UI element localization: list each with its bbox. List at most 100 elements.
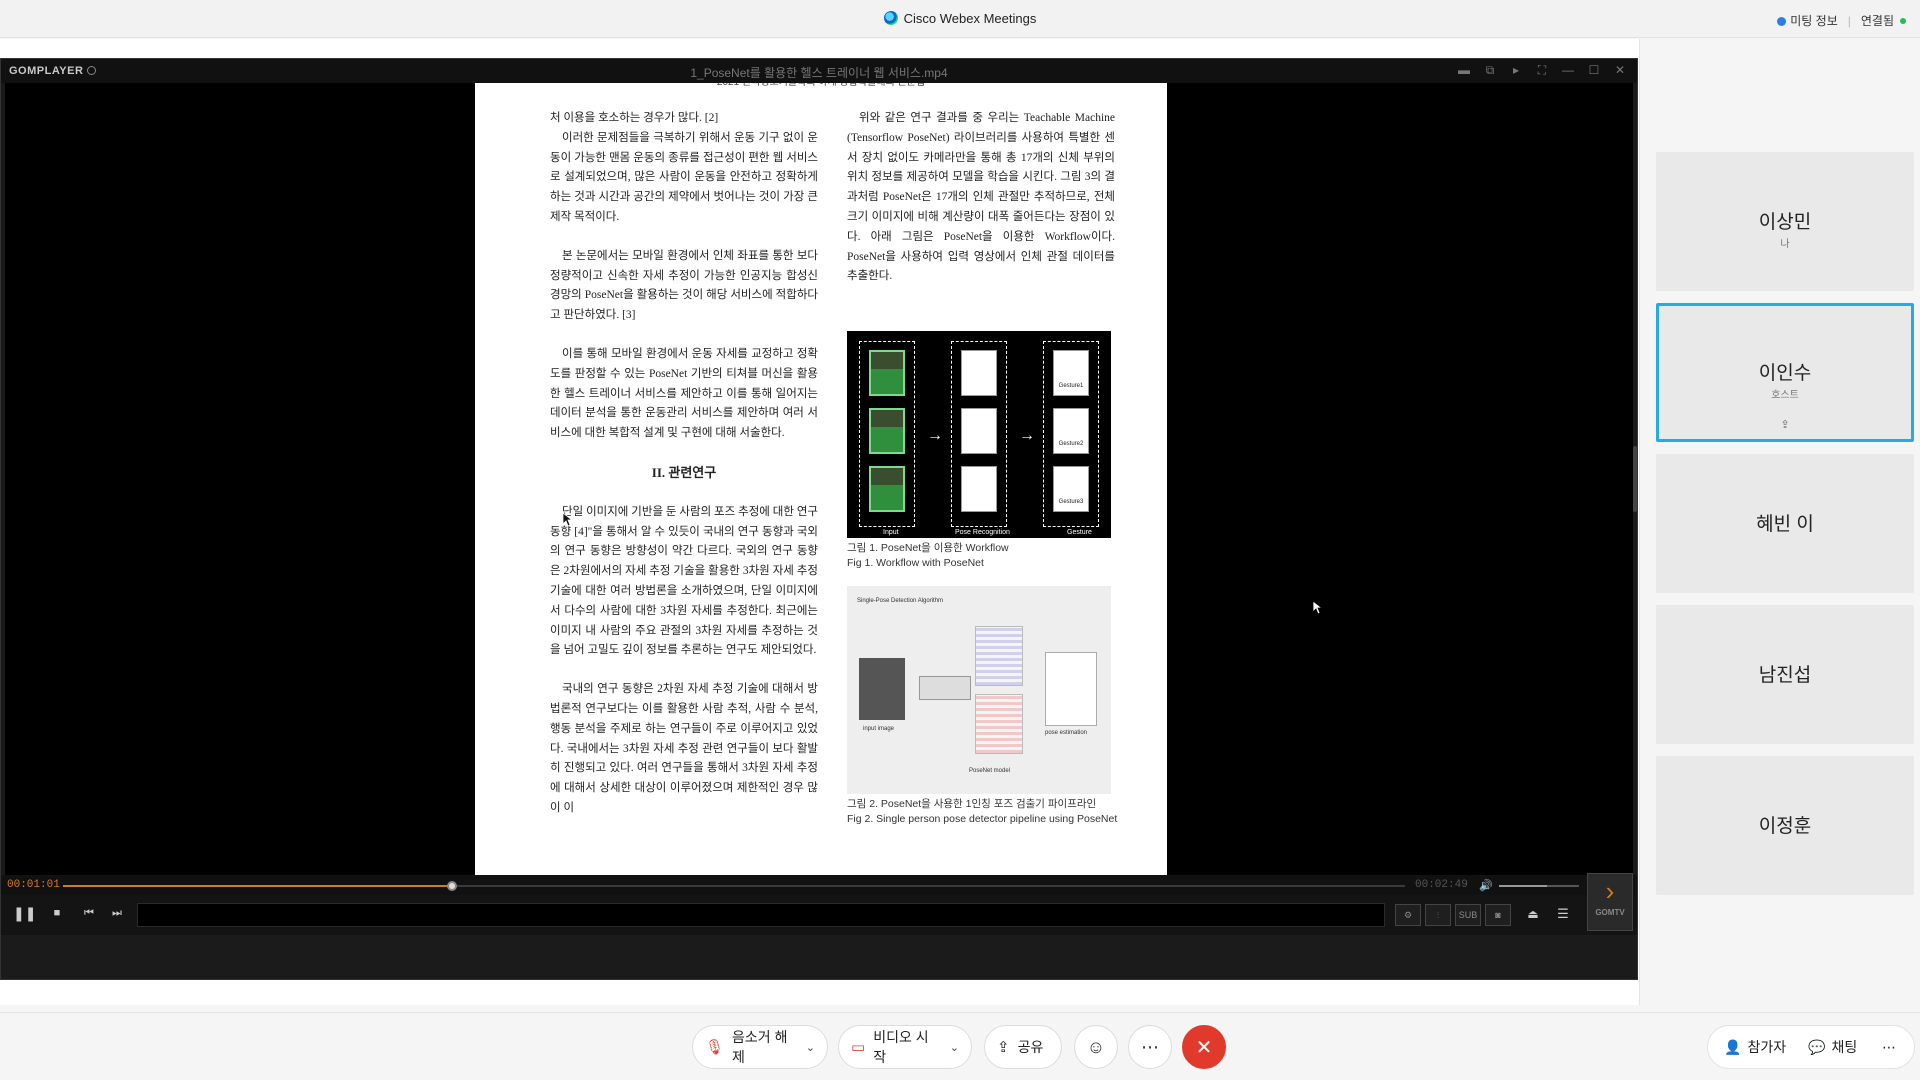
share-button[interactable]: ⇪ 공유: [984, 1025, 1062, 1069]
gom-window-controls: ▬ ⧉ ▸ ⛶ — ☐ ✕: [1457, 63, 1627, 78]
figure-1-workflow: → → Gesture1 Gesture2 Gesture3 Input Pos…: [847, 331, 1111, 538]
gom-maximize-icon[interactable]: ☐: [1587, 63, 1601, 78]
paragraph: 국내의 연구 동향은 2차원 자세 추정 기술에 대해서 방법론적 연구보다는 …: [550, 683, 818, 814]
participant-tile[interactable]: 혜빈 이: [1656, 454, 1914, 593]
playlist-bar[interactable]: [137, 903, 1385, 927]
paragraph: 이러한 문제점들을 극복하기 위해서 운동 기구 없이 운동이 가능한 맨몸 운…: [550, 131, 818, 223]
chat-button[interactable]: 💬 채팅: [1798, 1029, 1867, 1065]
participant-panel: 이상민 나 이인수 호스트 ⇪ 혜빈 이 남진섭 이정훈: [1656, 152, 1914, 907]
pause-icon[interactable]: ❚❚: [13, 905, 36, 922]
seek-bar-area: 00:01:01 00:02:49 🔊: [1, 875, 1637, 895]
fig1-label: Input: [883, 529, 899, 536]
connection-status: 연결됨: [1861, 12, 1906, 29]
chevron-down-icon[interactable]: ⌄: [950, 1041, 959, 1054]
arrow-icon: →: [927, 427, 943, 444]
gom-controls: ❚❚ ■ ⏮ ⏭ ⚙ ⫶ SUB ◙ ⏏ ☰ › GOMTV: [1, 873, 1637, 935]
menu-icon[interactable]: ☰: [1553, 906, 1573, 922]
equalizer-button[interactable]: ⫶: [1425, 904, 1451, 926]
gesture-frame: Gesture2: [1053, 408, 1089, 454]
input-frame: [869, 466, 905, 512]
fig2-label: PoseNet model: [969, 768, 1011, 774]
pipeline-block: [919, 676, 971, 700]
paragraph: 본 논문에서는 모바일 환경에서 인체 좌표를 통한 보다 정량적이고 신속한 …: [550, 249, 818, 322]
current-time: 00:01:01: [7, 879, 60, 891]
participant-tile[interactable]: 이상민 나: [1656, 152, 1914, 291]
arrow-icon: →: [1019, 427, 1035, 444]
gom-player-window: GOMPLAYER 1_PoseNet를 활용한 헬스 트레이너 웹 서비스.m…: [0, 58, 1638, 980]
gom-title-bar[interactable]: GOMPLAYER 1_PoseNet를 활용한 헬스 트레이너 웹 서비스.m…: [1, 59, 1637, 83]
gesture-frames: Gesture1 Gesture2 Gesture3: [1043, 341, 1099, 527]
mic-muted-icon: 🎙: [705, 1039, 725, 1056]
more-options-button[interactable]: ⋯: [1128, 1025, 1172, 1069]
settings-button[interactable]: ⚙: [1395, 904, 1421, 926]
eject-icon[interactable]: ⏏: [1523, 907, 1543, 921]
gom-close-icon[interactable]: ✕: [1613, 63, 1627, 78]
capture-button[interactable]: ◙: [1485, 904, 1511, 926]
fig1-label: Gesture: [1067, 529, 1092, 536]
sharing-icon: ⇪: [1780, 419, 1790, 431]
stop-icon[interactable]: ■: [47, 907, 67, 919]
volume-level: [1499, 885, 1547, 887]
document-right-column: 위와 같은 연구 결과를 중 우리는 Teachable Machine (Te…: [847, 109, 1115, 306]
seek-progress: [63, 885, 453, 887]
volume-slider[interactable]: [1499, 885, 1579, 887]
fig1-label: Pose Recognition: [955, 529, 1010, 536]
next-icon[interactable]: ⏭: [107, 907, 127, 920]
fig2-label: pose estimation: [1045, 730, 1088, 736]
participants-button[interactable]: 👤 참가자: [1714, 1029, 1796, 1065]
info-icon: [1777, 17, 1787, 26]
panel-resize-handle[interactable]: [1633, 446, 1637, 512]
participant-tile[interactable]: 이정훈: [1656, 756, 1914, 895]
participant-tile[interactable]: 남진섭: [1656, 605, 1914, 744]
total-time: 00:02:49: [1415, 879, 1468, 891]
figure-2-pipeline: Single-Pose Detection Algorithm input im…: [847, 586, 1111, 794]
webex-logo-icon: [883, 11, 898, 25]
paragraph: 처 이용을 호소하는 경우가 많다. [2]: [550, 112, 719, 124]
fig2-title: Single-Pose Detection Algorithm: [857, 598, 944, 604]
divider: |: [1847, 13, 1851, 28]
seek-handle[interactable]: [447, 881, 458, 891]
gesture-frame: Gesture1: [1053, 350, 1089, 396]
start-video-button[interactable]: ▭ 비디오 시작 ⌄: [838, 1025, 972, 1069]
gom-fullscreen-icon[interactable]: ⛶: [1535, 63, 1549, 78]
input-frames: [859, 341, 915, 527]
pose-frame: [961, 350, 997, 396]
meeting-info-button[interactable]: 미팅 정보: [1777, 12, 1838, 29]
chevron-down-icon[interactable]: ⌄: [806, 1041, 815, 1054]
ellipsis-icon: ⋯: [1141, 1036, 1159, 1057]
subtitle-button[interactable]: SUB: [1455, 904, 1481, 926]
previous-icon[interactable]: ⏮: [79, 907, 99, 920]
gom-minimize-icon[interactable]: —: [1561, 63, 1575, 78]
pose-frame: [961, 466, 997, 512]
gom-bottom-panel: [1, 935, 1637, 979]
close-icon: ✕: [1195, 1036, 1213, 1059]
ellipsis-icon: ⋯: [1882, 1038, 1896, 1055]
title-bar-status: 미팅 정보 | 연결됨: [1777, 12, 1906, 29]
volume-icon[interactable]: 🔊: [1479, 879, 1493, 892]
participant-tile-active[interactable]: 이인수 호스트 ⇪: [1656, 303, 1914, 442]
meeting-toolbar: 🎙 음소거 해제 ⌄ ▭ 비디오 시작 ⌄ ⇪ 공유 ☺ ⋯ ✕ 👤 참가자 💬…: [0, 1012, 1920, 1080]
seek-bar[interactable]: [63, 881, 1405, 891]
paragraph: 위와 같은 연구 결과를 중 우리는 Teachable Machine (Te…: [847, 112, 1115, 283]
reactions-button[interactable]: ☺: [1074, 1025, 1118, 1069]
chevron-right-icon: ›: [1605, 876, 1615, 906]
gom-play-icon[interactable]: ▸: [1509, 63, 1523, 78]
unmute-button[interactable]: 🎙 음소거 해제 ⌄: [692, 1025, 828, 1069]
share-icon: ⇪: [997, 1039, 1010, 1056]
heatmap-bottom: [975, 694, 1023, 754]
end-call-button[interactable]: ✕: [1182, 1025, 1226, 1069]
input-frame: [869, 350, 905, 396]
gomtv-button[interactable]: › GOMTV: [1587, 873, 1633, 931]
fig2-label: input image: [863, 726, 895, 732]
more-panels-button[interactable]: ⋯: [1872, 1029, 1906, 1065]
figure-2-caption: 그림 2. PoseNet을 사용한 1인칭 포즈 검출기 파이프라인 Fig …: [847, 798, 1118, 825]
chat-bubble-icon: 💬: [1808, 1038, 1826, 1055]
gom-filename: 1_PoseNet를 활용한 헬스 트레이너 웹 서비스.mp4: [690, 66, 948, 80]
paragraph: 단일 이미지에 기반을 둔 사람의 포즈 추정에 대한 연구 동향 [4]"을 …: [550, 505, 818, 657]
heatmap-top: [975, 626, 1023, 686]
gom-mini-icon[interactable]: ▬: [1457, 63, 1471, 78]
video-off-icon: ▭: [851, 1039, 866, 1056]
gom-pip-icon[interactable]: ⧉: [1483, 63, 1497, 78]
connected-dot-icon: [1900, 18, 1906, 24]
video-area[interactable]: 2021 한국정보기술학회 하계 종합학술대회 논문집 처 이용을 호소하는 경…: [5, 83, 1633, 875]
